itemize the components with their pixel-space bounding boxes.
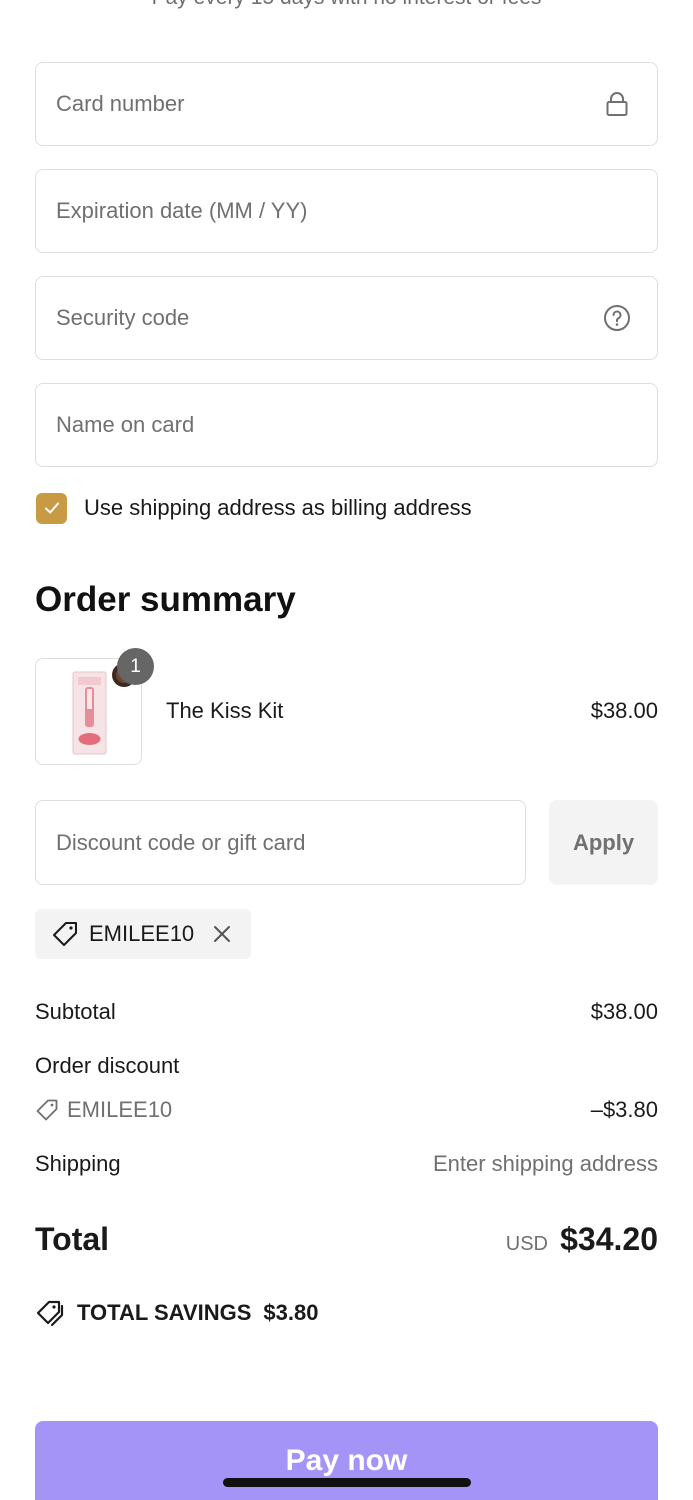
subtotal-label: Subtotal (35, 999, 116, 1024)
billing-checkbox[interactable] (36, 492, 67, 524)
name-on-card-input[interactable] (36, 384, 657, 466)
total-label: Total (35, 1221, 110, 1257)
total-amount: $34.20 (560, 1221, 658, 1257)
applied-code-label: EMILEE10 (89, 921, 195, 946)
applied-discount-chip: EMILEE10 (35, 909, 251, 959)
security-code-input[interactable] (36, 277, 657, 359)
shipping-value: Enter shipping address (432, 1151, 658, 1176)
card-number-input[interactable] (36, 63, 657, 145)
discount-code-line: EMILEE10 (35, 1097, 172, 1123)
savings-tag-icon (36, 1300, 64, 1327)
product-price: $38.00 (590, 698, 658, 723)
discount-code-text: EMILEE10 (67, 1097, 173, 1122)
savings-label: TOTAL SAVINGS (77, 1300, 252, 1325)
savings-amount: $3.80 (263, 1300, 319, 1325)
product-name: The Kiss Kit (166, 698, 284, 723)
discount-value: –$3.80 (590, 1097, 658, 1122)
shipping-label: Shipping (35, 1151, 121, 1176)
discount-code-input[interactable] (36, 801, 525, 884)
checkout-page: Pay every 15 days with no interest or fe… (0, 0, 693, 1500)
lock-icon (606, 92, 628, 116)
close-icon (214, 926, 231, 942)
expiration-date-field[interactable] (35, 169, 658, 253)
installment-note: Pay every 15 days with no interest or fe… (0, 0, 693, 10)
name-on-card-field[interactable] (35, 383, 658, 467)
billing-checkbox-label[interactable]: Use shipping address as billing address (84, 495, 472, 521)
security-code-field[interactable] (35, 276, 658, 360)
remove-code-button[interactable] (210, 922, 234, 946)
card-number-field[interactable] (35, 62, 658, 146)
order-summary-title: Order summary (35, 580, 296, 619)
subtotal-value: $38.00 (590, 999, 658, 1024)
expiration-date-input[interactable] (36, 170, 657, 252)
quantity-badge: 1 (117, 648, 154, 685)
tag-icon (53, 922, 77, 946)
pay-now-button[interactable]: Pay now (35, 1421, 658, 1500)
tag-icon (36, 1099, 58, 1121)
check-icon (44, 502, 59, 514)
billing-address-option[interactable]: Use shipping address as billing address (36, 492, 472, 524)
home-indicator (223, 1478, 471, 1487)
discount-code-field[interactable] (35, 800, 526, 885)
apply-button[interactable]: Apply (549, 800, 658, 885)
question-circle-icon[interactable] (603, 304, 631, 332)
total-currency: USD (505, 1233, 548, 1255)
order-discount-label: Order discount (35, 1053, 180, 1078)
total-savings: TOTAL SAVINGS $3.80 (35, 1298, 318, 1328)
